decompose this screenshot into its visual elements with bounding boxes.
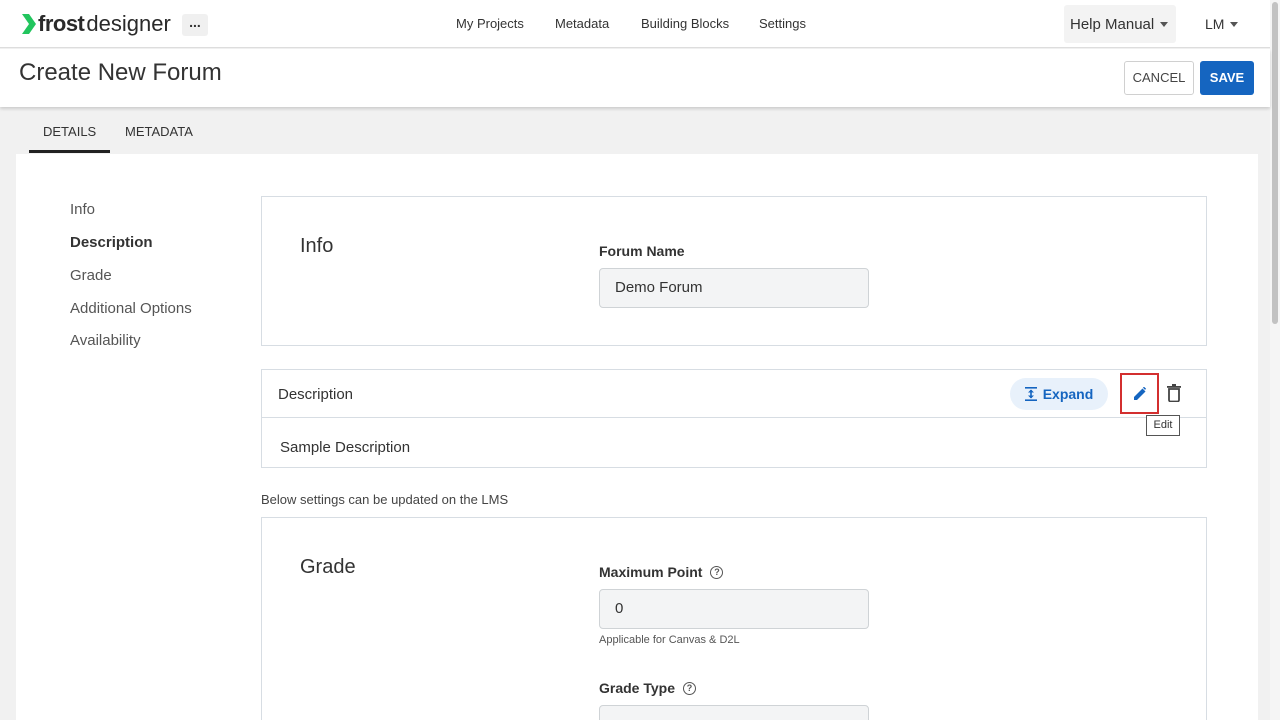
logo-designer-text: designer bbox=[86, 11, 171, 36]
save-button[interactable]: SAVE bbox=[1200, 61, 1254, 95]
sidebar-item-info[interactable]: Info bbox=[70, 201, 95, 218]
lms-settings-note: Below settings can be updated on the LMS bbox=[261, 492, 509, 507]
pencil-icon bbox=[1133, 386, 1146, 400]
help-circle-icon[interactable]: ? bbox=[683, 681, 696, 695]
nav-building-blocks[interactable]: Building Blocks bbox=[641, 16, 729, 31]
sidebar-item-grade[interactable]: Grade bbox=[70, 267, 112, 284]
help-manual-label: Help Manual bbox=[1070, 15, 1155, 33]
sidebar-item-additional-options[interactable]: Additional Options bbox=[70, 300, 192, 317]
user-menu-dropdown[interactable]: LM bbox=[1205, 16, 1239, 32]
logo-chevron-icon bbox=[22, 14, 36, 34]
tab-metadata[interactable]: METADATA bbox=[125, 124, 193, 139]
info-section-title: Info bbox=[300, 235, 334, 257]
frost-designer-logo[interactable]: frost designer bbox=[22, 11, 171, 37]
maximum-point-label: Maximum Point ? bbox=[599, 564, 724, 580]
maximum-point-note: Applicable for Canvas & D2L bbox=[599, 634, 740, 646]
edit-button[interactable] bbox=[1120, 373, 1159, 414]
forum-name-input[interactable]: Demo Forum bbox=[599, 268, 869, 308]
sidebar-item-availability[interactable]: Availability bbox=[70, 332, 141, 349]
expand-button[interactable]: Expand bbox=[1010, 378, 1108, 410]
nav-settings[interactable]: Settings bbox=[759, 16, 806, 31]
grade-type-select[interactable] bbox=[599, 705, 869, 720]
description-section: Description Expand Sample Description bbox=[261, 369, 1207, 468]
top-navbar: frost designer ... My Projects Metadata … bbox=[0, 0, 1270, 48]
expand-icon bbox=[1024, 387, 1037, 401]
description-header: Description Expand bbox=[262, 370, 1206, 418]
chevron-down-icon bbox=[1230, 21, 1239, 27]
user-initials: LM bbox=[1205, 16, 1225, 32]
nav-my-projects[interactable]: My Projects bbox=[456, 16, 524, 31]
more-menu-button[interactable]: ... bbox=[182, 14, 208, 36]
chevron-down-icon bbox=[1160, 21, 1169, 27]
edit-tooltip: Edit bbox=[1146, 415, 1180, 436]
info-section: Info Forum Name Demo Forum bbox=[261, 196, 1207, 346]
help-manual-dropdown[interactable]: Help Manual bbox=[1064, 5, 1176, 43]
expand-label: Expand bbox=[1042, 386, 1094, 402]
description-title: Description bbox=[278, 386, 354, 403]
cancel-button[interactable]: CANCEL bbox=[1124, 61, 1194, 95]
maximum-point-label-text: Maximum Point bbox=[599, 564, 703, 580]
active-tab-indicator bbox=[29, 150, 110, 153]
page-title: Create New Forum bbox=[19, 59, 222, 86]
grade-section: Grade Maximum Point ? 0 Applicable for C… bbox=[261, 517, 1207, 720]
description-text: Sample Description bbox=[280, 439, 411, 456]
logo-frost-text: frost bbox=[38, 11, 85, 36]
maximum-point-input[interactable]: 0 bbox=[599, 589, 869, 629]
grade-type-label-text: Grade Type bbox=[599, 680, 675, 696]
forum-name-label: Forum Name bbox=[599, 243, 685, 259]
help-circle-icon[interactable]: ? bbox=[710, 565, 724, 579]
tab-details[interactable]: DETAILS bbox=[43, 124, 96, 139]
delete-icon[interactable] bbox=[1167, 384, 1181, 402]
scrollbar-thumb[interactable] bbox=[1272, 2, 1278, 324]
page-header: Create New Forum CANCEL SAVE bbox=[0, 49, 1270, 107]
nav-metadata[interactable]: Metadata bbox=[555, 16, 609, 31]
sidebar-item-description[interactable]: Description bbox=[70, 234, 153, 251]
grade-type-label: Grade Type ? bbox=[599, 680, 696, 696]
grade-section-title: Grade bbox=[300, 556, 356, 578]
